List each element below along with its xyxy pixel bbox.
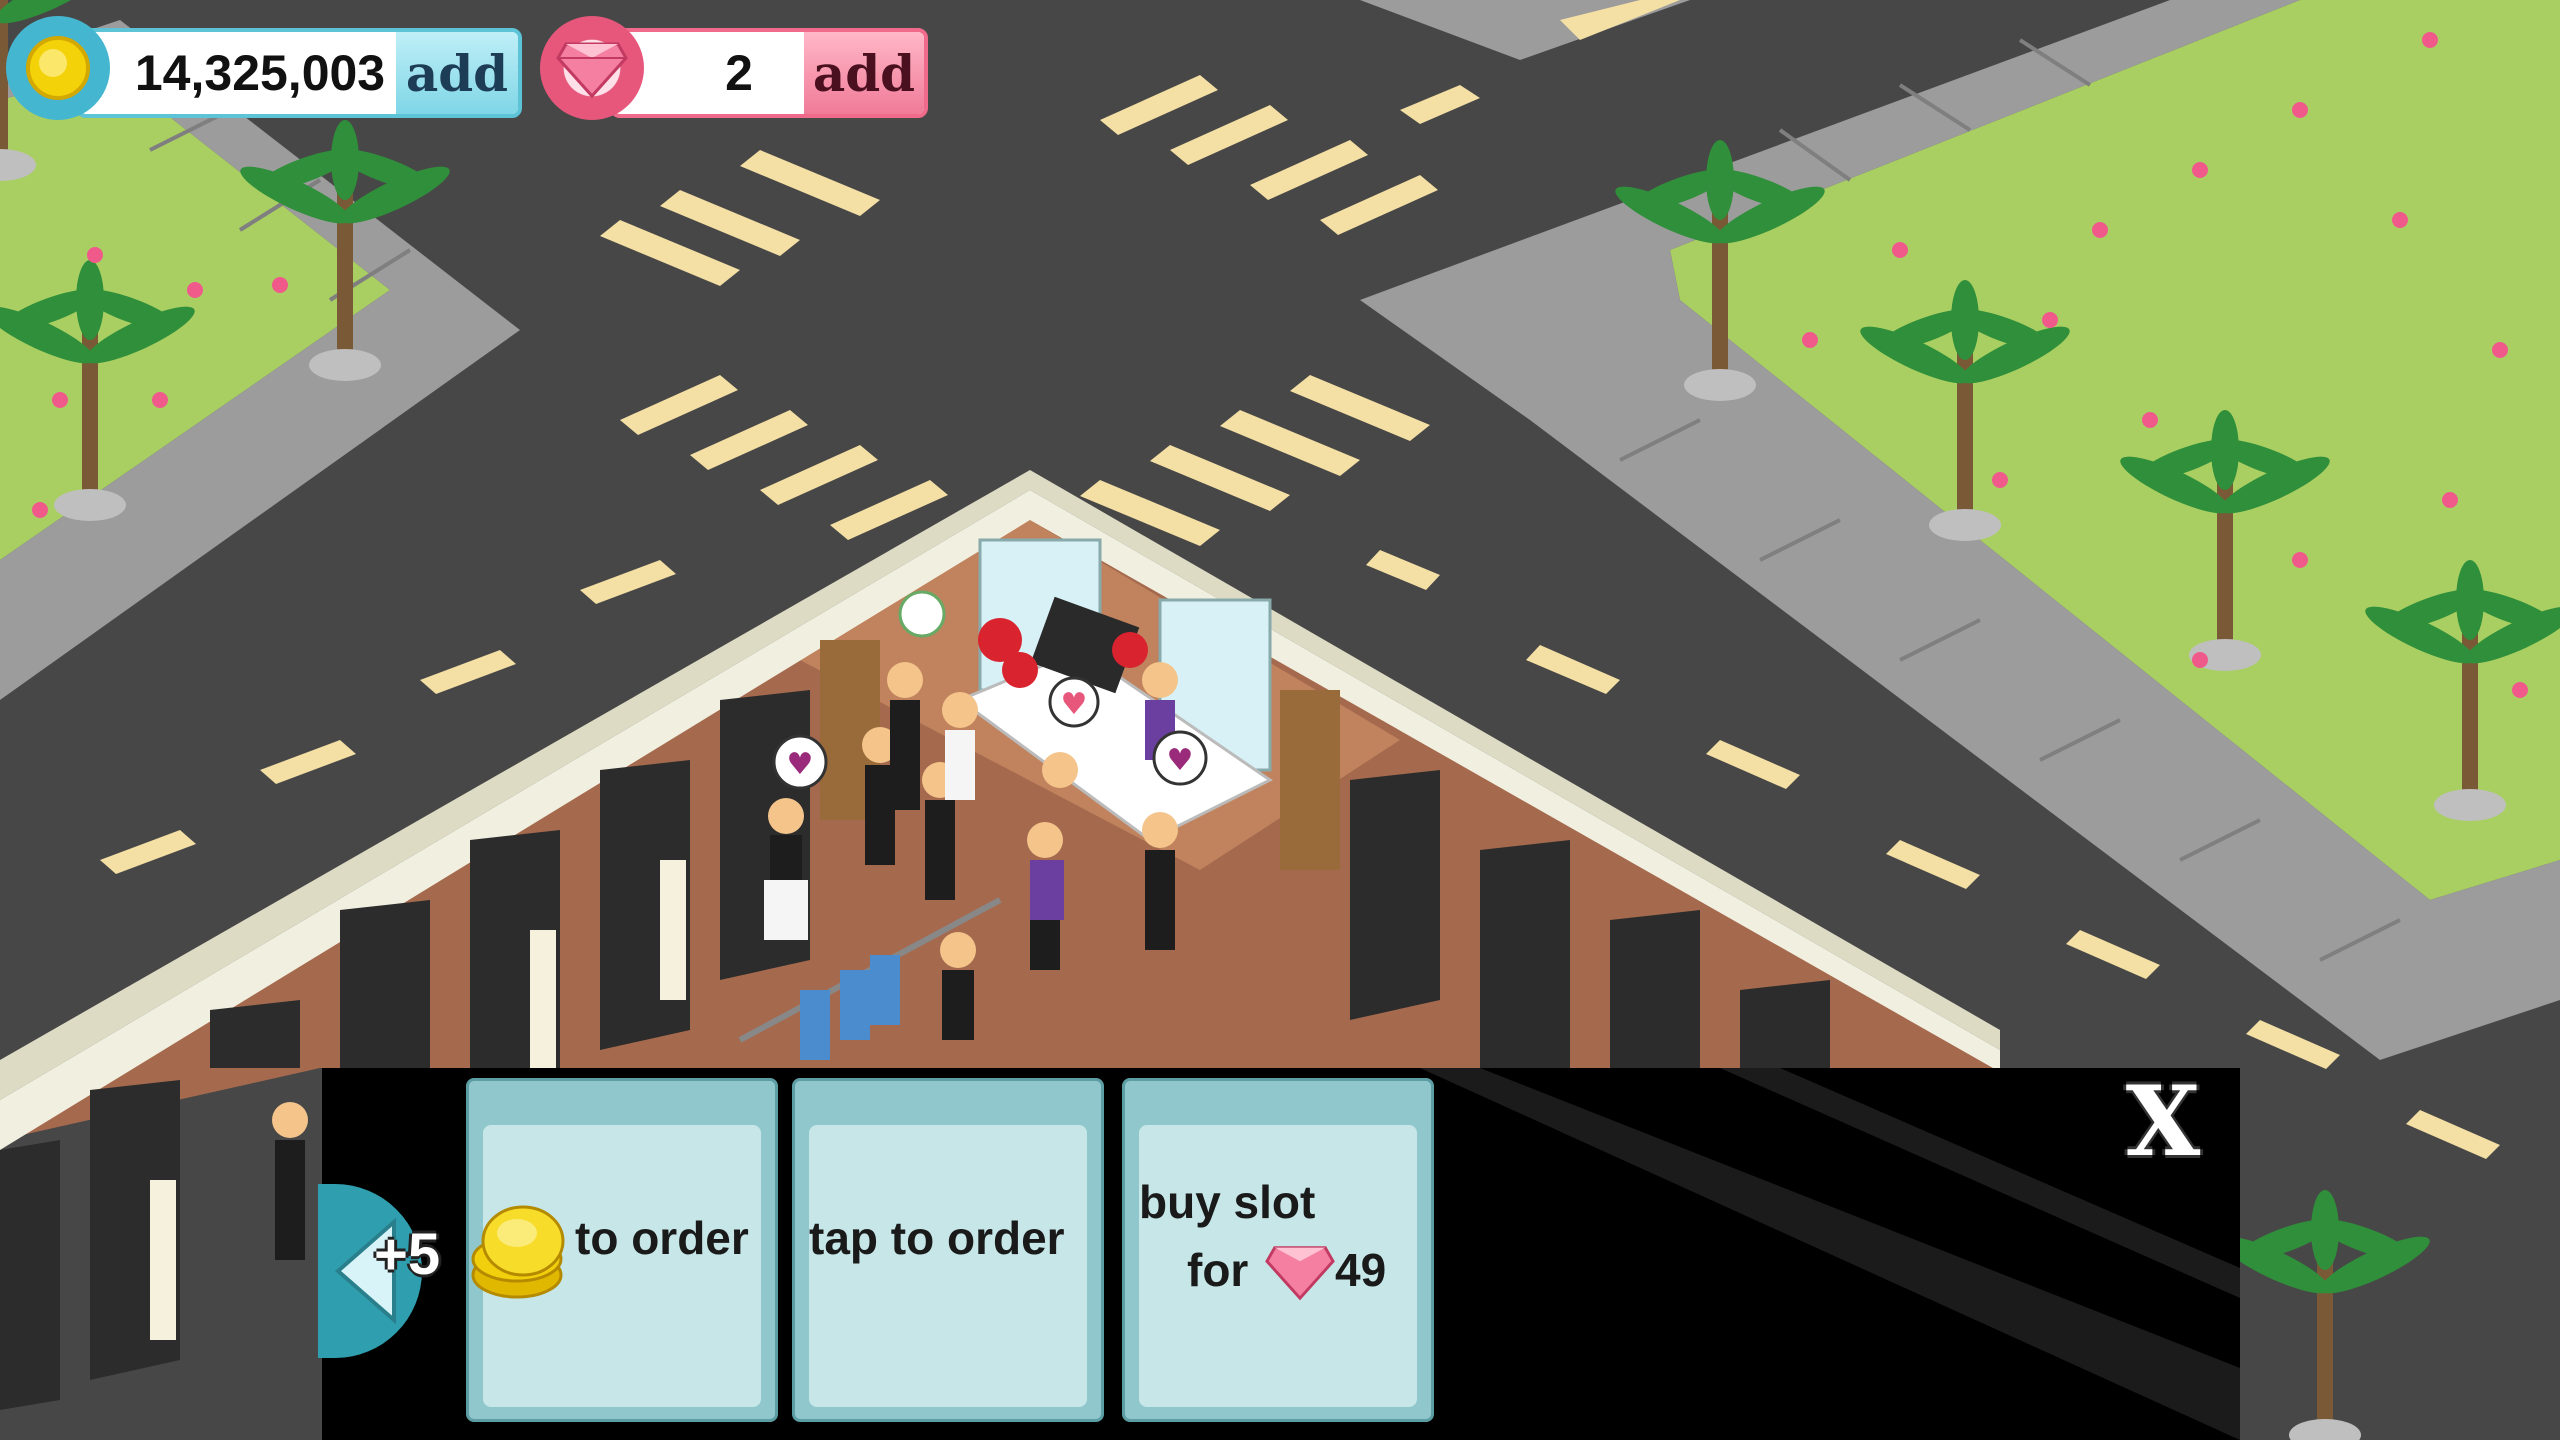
buy-slot-price: 49	[1335, 1244, 1387, 1296]
gem-icon	[1265, 1246, 1335, 1301]
order-slot-2[interactable]: tap to order	[792, 1078, 1104, 1422]
scroll-badge: +5	[374, 1222, 441, 1287]
buy-slot-for-label: for	[1187, 1244, 1249, 1296]
buy-slot-label: buy slot	[1139, 1176, 1316, 1228]
gem-value: 2	[725, 45, 753, 101]
add-coins-button[interactable]: add	[396, 32, 518, 114]
coin-stack-icon	[471, 1205, 565, 1299]
gem-counter: 2 add	[540, 16, 934, 120]
close-button[interactable]: X	[2108, 1074, 2218, 1170]
svg-text:♥: ♥	[1061, 687, 1088, 722]
slot-inner	[809, 1125, 1087, 1407]
gem-icon	[540, 16, 644, 120]
add-gems-button[interactable]: add	[804, 32, 924, 114]
slot-1-label: to order	[575, 1212, 749, 1264]
gem-bar: 2 add	[610, 28, 928, 118]
coin-icon	[6, 16, 110, 120]
order-slot-1[interactable]: to order	[466, 1078, 778, 1422]
buy-slot-button[interactable]: buy slot for 49	[1122, 1078, 1434, 1422]
svg-text:♥: ♥	[787, 747, 814, 782]
coin-value: 14,325,003	[134, 45, 386, 101]
coin-bar: 14,325,003 add	[76, 28, 522, 118]
slot-2-label: tap to order	[809, 1212, 1065, 1264]
coin-counter: 14,325,003 add	[6, 16, 522, 120]
svg-text:♥: ♥	[1167, 743, 1194, 778]
